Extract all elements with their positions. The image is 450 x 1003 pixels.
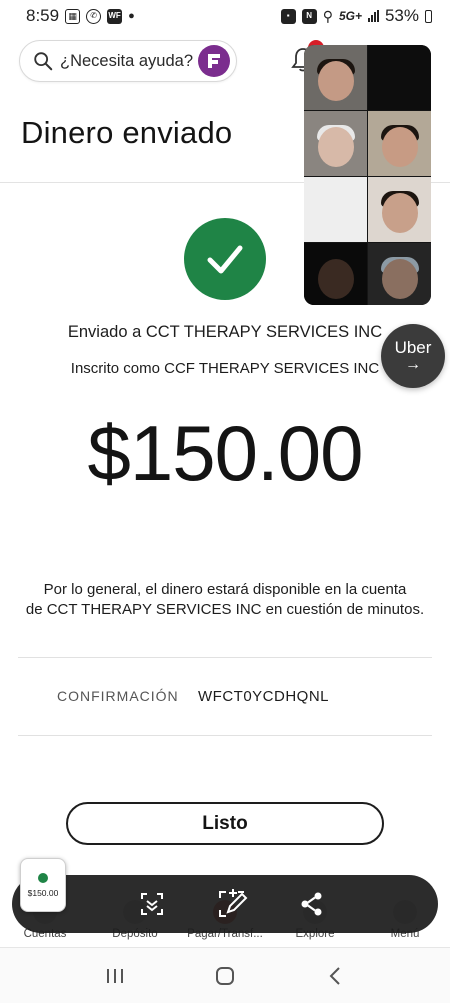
back-button[interactable] — [315, 956, 355, 996]
screenshot-thumbnail[interactable]: $150.00 — [20, 858, 66, 912]
divider — [18, 735, 432, 736]
edit-screenshot-button[interactable] — [192, 875, 272, 933]
status-left: 8:59 ▦ ✆ WF ● — [26, 6, 135, 26]
confirmation-label: CONFIRMACIÓN — [57, 688, 179, 704]
status-bar: 8:59 ▦ ✆ WF ● ▪ N ⚲ 5G+ 53% — [0, 0, 450, 32]
share-screenshot-button[interactable] — [272, 875, 352, 933]
video-participant — [368, 45, 431, 110]
availability-note: Por lo general, el dinero estará disponi… — [12, 580, 438, 620]
nfc-icon: N — [301, 8, 317, 24]
confirmation-number: WFCT0YCDHQNL — [198, 688, 330, 705]
page-title: Dinero enviado — [21, 115, 233, 150]
availability-line-1: Por lo general, el dinero estará disponi… — [43, 581, 407, 598]
whatsapp-icon: ✆ — [86, 8, 102, 24]
video-participant — [368, 111, 431, 176]
thumbnail-amount: $150.00 — [27, 887, 59, 898]
home-button[interactable] — [205, 956, 245, 996]
lock-icon: ▪ — [280, 8, 296, 24]
status-right: ▪ N ⚲ 5G+ 53% — [280, 6, 432, 26]
status-time: 8:59 — [26, 6, 60, 25]
help-search-bar[interactable]: ¿Necesita ayuda? — [19, 40, 237, 82]
done-button[interactable]: Listo — [66, 802, 384, 845]
system-navigation-bar — [0, 948, 450, 1003]
uber-label: Uber — [394, 338, 432, 357]
video-participant — [368, 177, 431, 242]
arrow-right-icon: → — [405, 356, 421, 373]
video-participant — [304, 177, 367, 242]
battery-percent: 53% — [384, 6, 419, 25]
location-icon: ⚲ — [322, 8, 333, 24]
recipient-text: Enviado a CCT THERAPY SERVICES INC — [67, 323, 383, 341]
availability-line-2: de CCT THERAPY SERVICES INC en cuestión … — [25, 601, 425, 618]
thumbnail-check-icon — [38, 872, 48, 883]
video-participant — [304, 243, 367, 305]
search-icon — [34, 52, 53, 71]
battery-icon — [425, 9, 432, 23]
video-call-overlay[interactable] — [304, 45, 431, 305]
share-icon — [301, 892, 322, 916]
video-participant — [304, 45, 367, 110]
amount-sent: $150.00 — [87, 409, 364, 497]
more-notifications-icon: ● — [128, 9, 135, 22]
network-type: 5G+ — [338, 9, 362, 23]
recent-apps-button[interactable] — [95, 956, 135, 996]
divider — [18, 657, 432, 658]
fargo-logo-icon — [208, 54, 220, 68]
screenshot-toolbar — [12, 875, 438, 933]
scroll-capture-icon — [141, 893, 163, 915]
fargo-assistant-icon[interactable] — [198, 45, 230, 77]
uber-floating-bubble[interactable]: Uber → — [381, 324, 445, 388]
gallery-notification-icon: ▦ — [65, 8, 81, 24]
success-check-icon — [184, 218, 266, 300]
back-icon — [329, 966, 340, 985]
edit-icon — [219, 889, 248, 917]
wells-fargo-notification-icon: WF — [107, 8, 123, 24]
help-placeholder: ¿Necesita ayuda? — [60, 51, 193, 70]
signal-icon — [367, 10, 379, 22]
home-icon — [216, 966, 234, 985]
scroll-capture-button[interactable] — [112, 875, 192, 933]
video-participant — [368, 243, 431, 305]
recent-apps-icon — [107, 968, 123, 983]
video-participant — [304, 111, 367, 176]
